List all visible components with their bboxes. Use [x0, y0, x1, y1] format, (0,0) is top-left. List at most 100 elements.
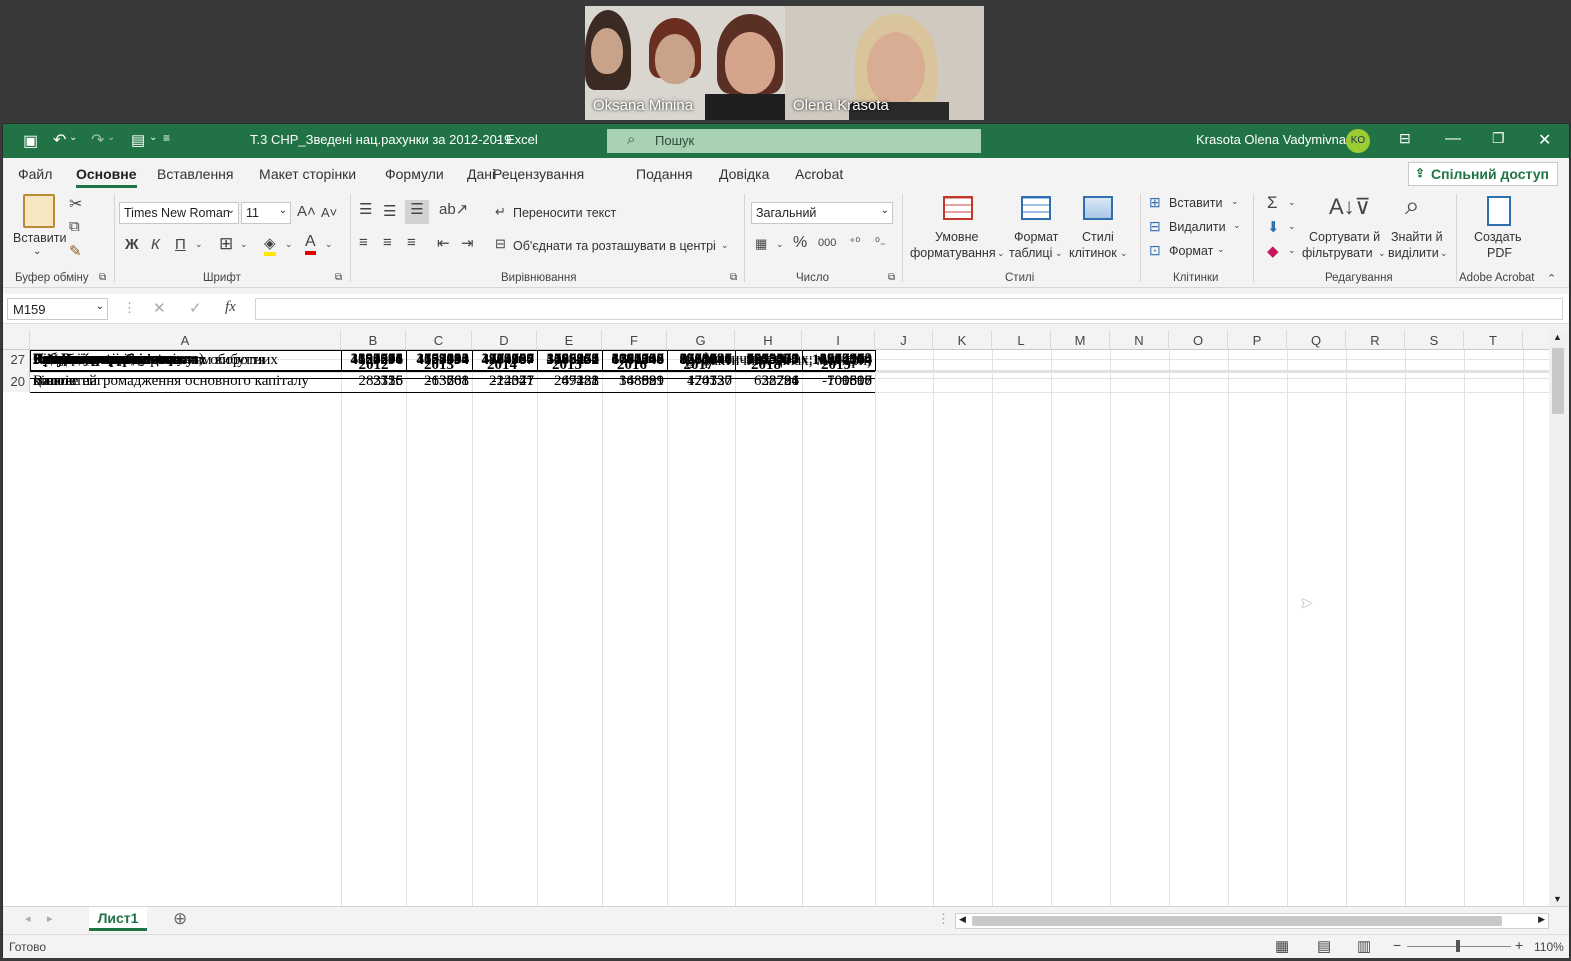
- create-pdf-label-2[interactable]: PDF: [1487, 246, 1512, 260]
- align-middle-icon[interactable]: ☰: [383, 202, 396, 220]
- column-header-p[interactable]: P: [1228, 330, 1287, 350]
- data-cell[interactable]: 341: [472, 373, 537, 390]
- ribbon-display-icon[interactable]: ⊟: [1399, 130, 1411, 147]
- scroll-up-icon[interactable]: ▲: [1553, 332, 1562, 342]
- delete-cells-button[interactable]: Видалити: [1169, 220, 1226, 234]
- cell-styles-label-2[interactable]: клітинок: [1069, 246, 1117, 260]
- tab-file[interactable]: Файл: [18, 166, 52, 182]
- clear-icon[interactable]: ◆: [1267, 242, 1279, 260]
- paste-icon[interactable]: [23, 194, 55, 228]
- chevron-down-icon[interactable]: ⌄: [1440, 248, 1448, 259]
- percent-icon[interactable]: %: [793, 234, 807, 252]
- chevron-down-icon[interactable]: ⌄: [33, 246, 41, 257]
- column-header-s[interactable]: S: [1405, 330, 1464, 350]
- tab-insert[interactable]: Вставлення: [157, 166, 234, 182]
- find-select-label-2[interactable]: виділити: [1388, 246, 1439, 260]
- search-box[interactable]: ⌕ Пошук: [607, 129, 981, 153]
- scroll-right-icon[interactable]: ▶: [1538, 914, 1545, 925]
- tab-view[interactable]: Подання: [636, 166, 693, 182]
- column-header-g[interactable]: G: [667, 330, 735, 350]
- column-header-m[interactable]: M: [1051, 330, 1110, 350]
- add-sheet-icon[interactable]: ⊕: [173, 909, 187, 929]
- align-top-icon[interactable]: ☰: [359, 200, 372, 218]
- font-color-icon[interactable]: A: [305, 233, 316, 255]
- find-select-label[interactable]: Знайти й: [1391, 230, 1443, 244]
- align-right-icon[interactable]: ≡: [407, 234, 416, 251]
- vertical-scroll-thumb[interactable]: [1552, 348, 1564, 414]
- decrease-indent-icon[interactable]: ⇤: [437, 234, 450, 252]
- increase-decimal-icon[interactable]: ⁺⁰: [849, 235, 860, 249]
- orientation-icon[interactable]: ab↗: [439, 200, 468, 218]
- share-button[interactable]: ⇪ Спільний доступ: [1408, 162, 1558, 186]
- column-header-a[interactable]: A: [30, 330, 341, 350]
- zoom-level[interactable]: 110%: [1534, 940, 1564, 954]
- minimize-icon[interactable]: —: [1445, 130, 1461, 148]
- save-icon[interactable]: ▣: [23, 131, 38, 151]
- format-as-table-label-2[interactable]: таблиці: [1009, 246, 1052, 260]
- zoom-out-icon[interactable]: −: [1393, 937, 1401, 953]
- chevron-down-icon[interactable]: ⌄: [69, 132, 77, 143]
- prev-sheet-icon[interactable]: ◂: [25, 912, 31, 925]
- font-name-select[interactable]: Times New Roman ⌄: [119, 202, 239, 224]
- chevron-down-icon[interactable]: ⌄: [1231, 196, 1239, 207]
- fill-color-icon[interactable]: ◈: [264, 234, 276, 256]
- copy-icon[interactable]: ⧉: [69, 218, 80, 235]
- comma-style-icon[interactable]: 000: [818, 237, 836, 249]
- units-note[interactable]: (у фактичних цінах; млн.грн): [30, 351, 875, 368]
- column-header-k[interactable]: K: [933, 330, 992, 350]
- column-header-n[interactable]: N: [1110, 330, 1169, 350]
- increase-font-icon[interactable]: A˄: [297, 203, 316, 220]
- data-cell[interactable]: 188: [537, 373, 602, 390]
- chevron-down-icon[interactable]: ⌄: [107, 132, 115, 143]
- next-sheet-icon[interactable]: ▸: [47, 912, 53, 925]
- data-cell[interactable]: 784: [735, 373, 802, 390]
- align-center-icon[interactable]: ≡: [383, 234, 392, 251]
- chevron-down-icon[interactable]: ⌄: [1288, 245, 1296, 256]
- chevron-down-icon[interactable]: ⌄: [1288, 197, 1296, 208]
- column-header-l[interactable]: L: [992, 330, 1051, 350]
- column-header-o[interactable]: O: [1169, 330, 1228, 350]
- splitter-icon[interactable]: ⋮: [937, 911, 950, 927]
- avatar[interactable]: KO: [1346, 129, 1370, 153]
- paste-button[interactable]: Вставити: [13, 231, 66, 245]
- chevron-down-icon[interactable]: ⌄: [240, 239, 248, 250]
- chevron-down-icon[interactable]: ⌄: [1120, 248, 1128, 259]
- user-name[interactable]: Krasota Olena Vadymivna: [1196, 132, 1346, 147]
- insert-cells-button[interactable]: Вставити: [1169, 196, 1222, 210]
- column-header-f[interactable]: F: [602, 330, 667, 350]
- fill-icon[interactable]: ⬇: [1267, 218, 1280, 236]
- tab-help[interactable]: Довідка: [719, 166, 769, 182]
- dialog-launcher-icon[interactable]: ⧉: [335, 272, 342, 283]
- chevron-down-icon[interactable]: ⌄: [721, 240, 729, 251]
- decrease-font-icon[interactable]: A˅: [321, 205, 337, 220]
- accounting-format-icon[interactable]: ▦: [755, 236, 767, 252]
- cancel-icon[interactable]: ✕: [153, 299, 166, 317]
- close-icon[interactable]: ✕: [1538, 130, 1551, 150]
- chevron-down-icon[interactable]: ⌄: [149, 132, 157, 143]
- data-cell[interactable]: 137: [667, 373, 735, 390]
- collapse-ribbon-icon[interactable]: ⌃: [1547, 272, 1556, 285]
- chevron-down-icon[interactable]: ⌄: [1233, 220, 1241, 231]
- participant-tile-1[interactable]: Oksana Minina: [585, 6, 785, 120]
- tab-data[interactable]: Дані: [467, 166, 495, 182]
- normal-view-icon[interactable]: ▦: [1275, 937, 1289, 955]
- zoom-in-icon[interactable]: +: [1515, 937, 1523, 953]
- zoom-slider-thumb[interactable]: [1456, 940, 1460, 952]
- sort-filter-label[interactable]: Сортувати й: [1309, 230, 1380, 244]
- cut-icon[interactable]: ✂: [69, 194, 82, 214]
- chevron-down-icon[interactable]: ⌄: [776, 239, 784, 250]
- row-label-continued[interactable]: цінностей: [33, 373, 97, 390]
- column-header-c[interactable]: C: [406, 330, 472, 350]
- italic-button[interactable]: К: [151, 236, 160, 253]
- column-header-e[interactable]: E: [537, 330, 602, 350]
- data-cell[interactable]: 208: [406, 373, 472, 390]
- undo-icon[interactable]: ↶: [53, 130, 66, 150]
- number-format-select[interactable]: Загальний ⌄: [751, 202, 893, 224]
- participant-tile-2[interactable]: Olena Krasota: [785, 6, 984, 120]
- chevron-down-icon[interactable]: ⌄: [1055, 248, 1063, 259]
- tab-formulas[interactable]: Формули: [385, 166, 444, 182]
- chevron-down-icon[interactable]: ⌄: [195, 239, 203, 250]
- create-pdf-label[interactable]: Создать: [1474, 230, 1522, 244]
- font-size-select[interactable]: 11 ⌄: [241, 202, 291, 224]
- chevron-down-icon[interactable]: ⌄: [997, 248, 1005, 259]
